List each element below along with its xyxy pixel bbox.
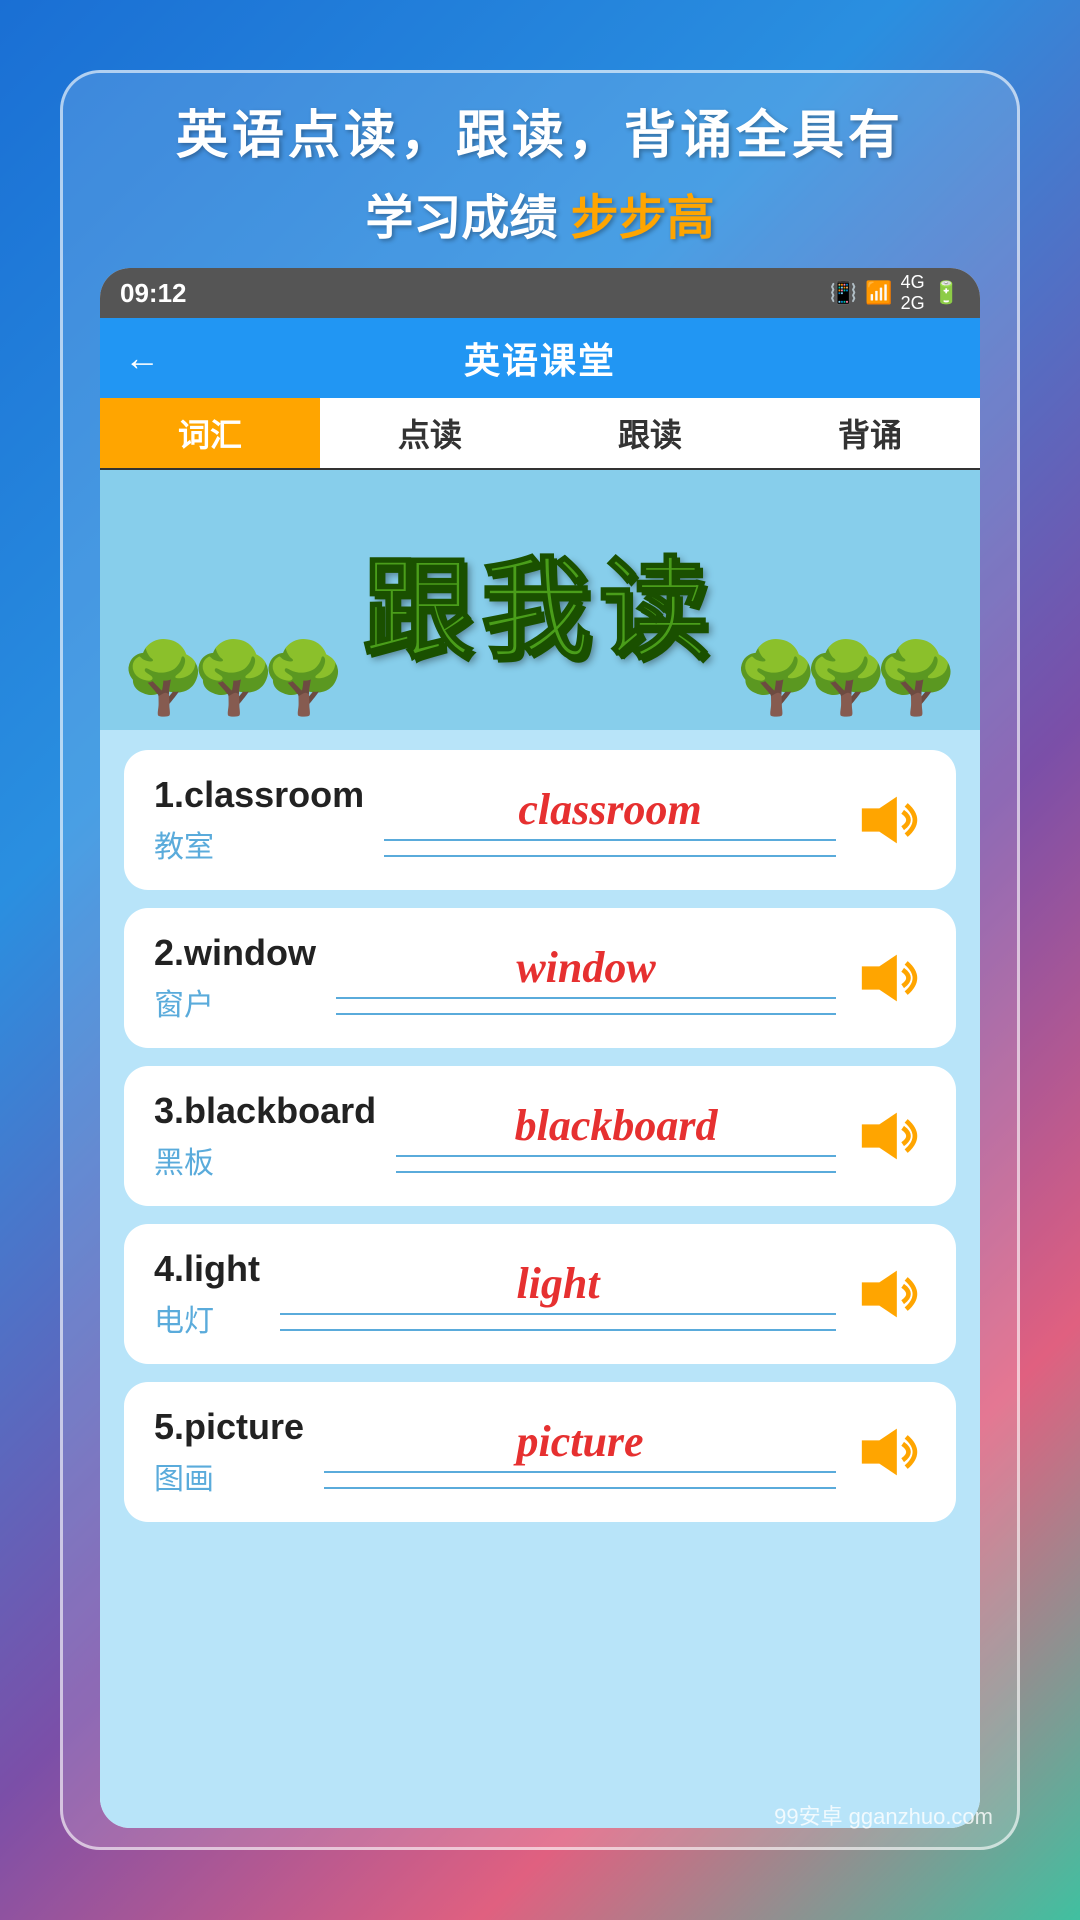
tree-icon-3: 🌳 [260,638,347,720]
word-center-1: classroom [384,784,836,857]
vibrate-icon: 📳 [830,280,857,306]
promo-line2: 学习成绩 步步高 [365,178,714,248]
word-item-2[interactable]: 2.window 窗户 window [124,908,956,1048]
tab-recite[interactable]: 背诵 [760,398,980,468]
word-item-5[interactable]: 5.picture 图画 picture [124,1382,956,1522]
word-english-1: 1.classroom [154,774,364,816]
word-line-5 [324,1487,836,1489]
tabs-bar: 词汇 点读 跟读 背诵 [100,398,980,470]
promo-line2-prefix: 学习成绩 [365,192,557,245]
word-english-2: 2.window [154,932,316,974]
signal-icon: 4G2G [901,272,925,314]
promo-line2-highlight: 步步高 [571,192,715,245]
speaker-icon-5[interactable] [856,1422,926,1482]
outer-card: 英语点读，跟读，背诵全具有 学习成绩 步步高 09:12 📳 📶 4G2G 🔋 … [60,70,1020,1850]
word-center-2: window [336,942,836,1015]
word-line-2 [336,1013,836,1015]
word-left-2: 2.window 窗户 [154,932,316,1024]
word-display-5: picture [324,1416,836,1473]
app-title: 英语课堂 [464,332,616,384]
word-line-1 [384,855,836,857]
word-display-2: window [336,942,836,999]
phone-frame: 09:12 📳 📶 4G2G 🔋 ← 英语课堂 词汇 点读 跟读 [100,268,980,1828]
app-header: ← 英语课堂 [100,318,980,398]
word-english-4: 4.light [154,1248,260,1290]
word-line-4 [280,1329,836,1331]
word-item-3[interactable]: 3.blackboard 黑板 blackboard [124,1066,956,1206]
word-left-4: 4.light 电灯 [154,1248,260,1340]
word-english-3: 3.blackboard [154,1090,376,1132]
word-center-5: picture [324,1416,836,1489]
tree-icon-6: 🌳 [733,638,820,720]
word-display-1: classroom [384,784,836,841]
status-bar: 09:12 📳 📶 4G2G 🔋 [100,268,980,318]
speaker-icon-2[interactable] [856,948,926,1008]
word-item-1[interactable]: 1.classroom 教室 classroom [124,750,956,890]
word-list: 1.classroom 教室 classroom 2 [100,730,980,1828]
word-english-5: 5.picture [154,1406,304,1448]
back-button[interactable]: ← [124,337,160,379]
tab-follow[interactable]: 跟读 [540,398,760,468]
word-chinese-1: 教室 [154,822,364,866]
word-display-4: light [280,1258,836,1315]
speaker-icon-3[interactable] [856,1106,926,1166]
battery-icon: 🔋 [933,280,960,306]
banner: 🌳 🌳 🌳 跟我读 🌳 🌳 🌳 [100,470,980,730]
promo-line1: 英语点读，跟读，背诵全具有 [176,93,904,168]
word-item-4[interactable]: 4.light 电灯 light [124,1224,956,1364]
word-center-4: light [280,1258,836,1331]
tab-reading[interactable]: 点读 [320,398,540,468]
word-left-5: 5.picture 图画 [154,1406,304,1498]
word-line-3 [396,1171,836,1173]
word-display-3: blackboard [396,1100,836,1157]
word-left-1: 1.classroom 教室 [154,774,364,866]
word-chinese-4: 电灯 [154,1296,260,1340]
word-left-3: 3.blackboard 黑板 [154,1090,376,1182]
status-time: 09:12 [120,278,187,309]
word-center-3: blackboard [396,1100,836,1173]
speaker-icon-4[interactable] [856,1264,926,1324]
word-chinese-2: 窗户 [154,980,316,1024]
tab-vocabulary[interactable]: 词汇 [100,398,320,468]
speaker-icon-1[interactable] [856,790,926,850]
banner-text: 跟我读 [363,520,717,680]
status-icons: 📳 📶 4G2G 🔋 [830,272,960,314]
watermark: 99安卓 gganzhuo.com [774,1799,993,1831]
word-chinese-3: 黑板 [154,1138,376,1182]
wifi-icon: 📶 [865,280,892,306]
word-chinese-5: 图画 [154,1454,304,1498]
